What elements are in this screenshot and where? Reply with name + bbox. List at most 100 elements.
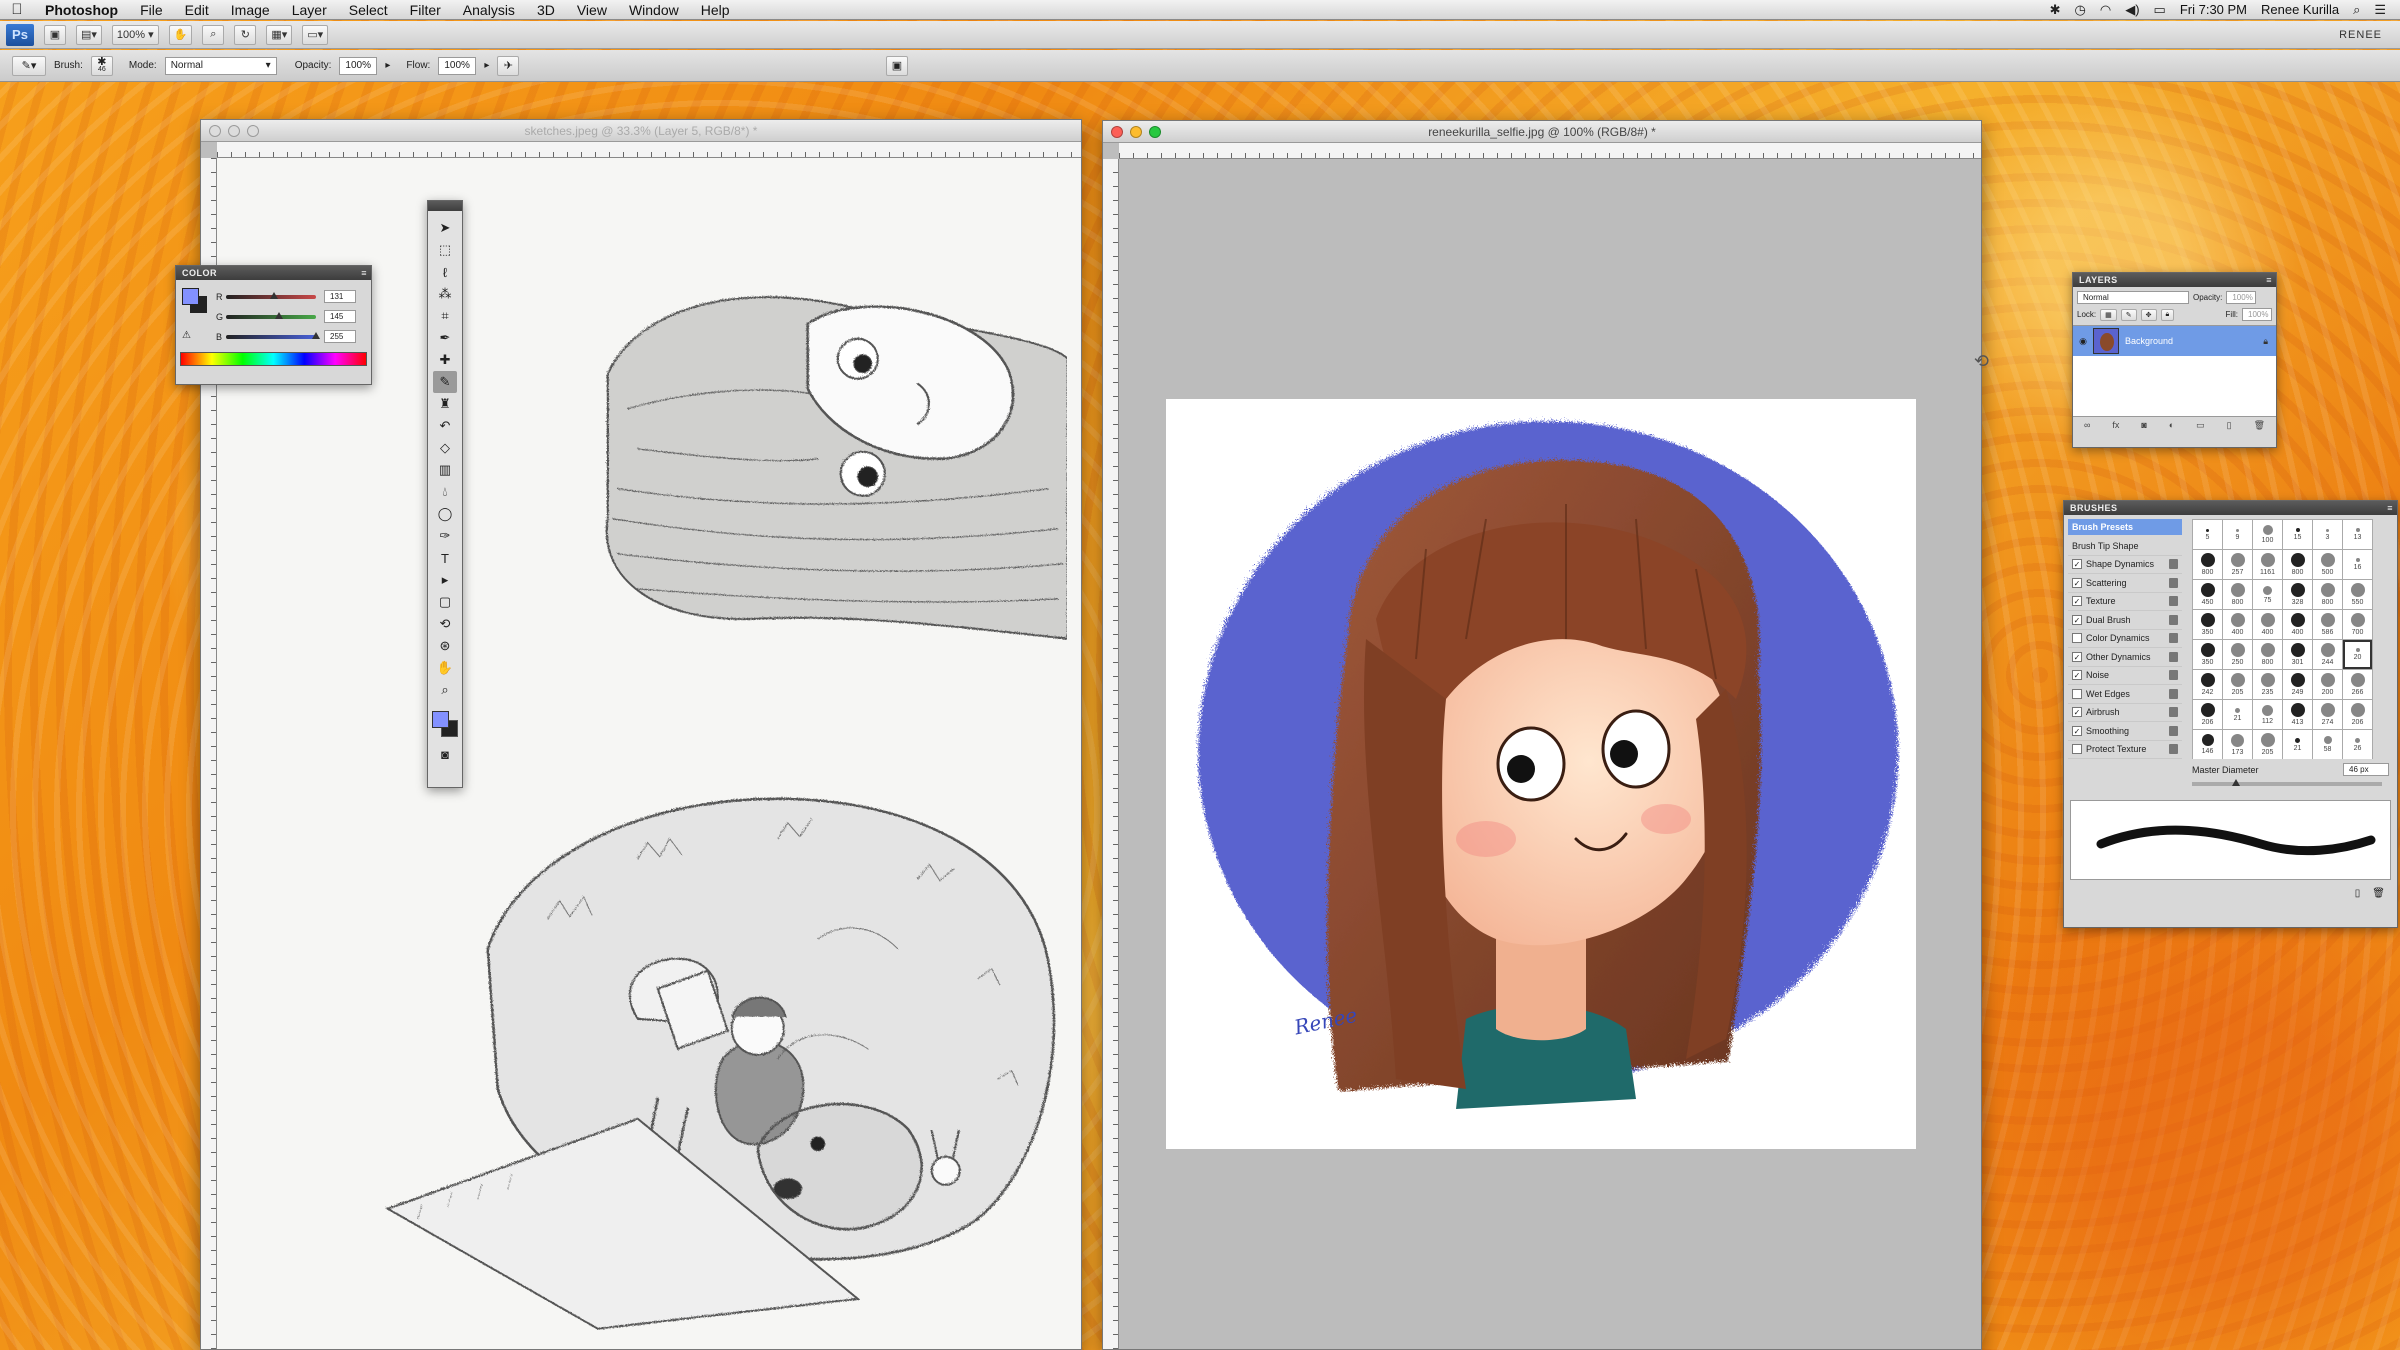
airbrush-button[interactable]: ✈: [497, 55, 520, 76]
brush-tip[interactable]: 100: [2253, 520, 2282, 549]
layers-panel-header[interactable]: LAYERS ≡: [2073, 273, 2276, 287]
lock-icon[interactable]: [2169, 725, 2178, 736]
lock-icon[interactable]: [2169, 744, 2178, 755]
brush-tip[interactable]: 450: [2193, 580, 2222, 609]
brushes-panel-header[interactable]: BRUSHES ≡: [2064, 501, 2397, 515]
brush-tip[interactable]: 112: [2253, 700, 2282, 729]
channel-value-field[interactable]: 255: [324, 330, 356, 343]
brush-tip[interactable]: 173: [2223, 730, 2252, 759]
adjustment-layer-icon[interactable]: ◐: [2169, 420, 2174, 431]
checkbox[interactable]: [2072, 744, 2082, 755]
menu-select[interactable]: Select: [338, 0, 399, 20]
brush-tip[interactable]: 206: [2193, 700, 2222, 729]
crop-tool-icon[interactable]: ⌗: [433, 305, 457, 327]
brush-option-protect-texture[interactable]: Protect Texture: [2068, 741, 2182, 759]
zoom-level-select[interactable]: 100% ▾: [111, 24, 159, 45]
checkbox[interactable]: ✓: [2072, 670, 2082, 681]
eraser-tool-icon[interactable]: ◇: [433, 437, 457, 459]
brush-presets-button[interactable]: Brush Presets: [2068, 519, 2182, 535]
checkbox[interactable]: ✓: [2072, 614, 2082, 625]
brush-tool-icon[interactable]: ✎: [433, 371, 457, 393]
view-extras-button[interactable]: ▤▾: [76, 24, 102, 45]
eyedropper-tool-icon[interactable]: ✒: [433, 327, 457, 349]
brush-option-scattering[interactable]: ✓ Scattering: [2068, 574, 2182, 593]
layer-mask-icon[interactable]: ◙: [2141, 420, 2146, 431]
lock-icon[interactable]: [2169, 633, 2178, 644]
panel-menu-icon[interactable]: ≡: [361, 268, 367, 278]
dodge-tool-icon[interactable]: ◯: [433, 503, 457, 525]
hand-tool-button[interactable]: ✋: [168, 24, 193, 45]
path-select-tool-icon[interactable]: ▸: [433, 569, 457, 591]
layer-opacity-field[interactable]: 100%: [2226, 291, 2257, 304]
brush-tip[interactable]: 206: [2343, 700, 2372, 729]
brush-option-noise[interactable]: ✓ Noise: [2068, 667, 2182, 685]
layer-style-icon[interactable]: fx: [2112, 420, 2119, 431]
channel-slider[interactable]: [226, 311, 316, 319]
brush-tip[interactable]: 244: [2313, 640, 2342, 669]
brush-option-color-dynamics[interactable]: Color Dynamics: [2068, 630, 2182, 648]
brush-tip[interactable]: 21: [2223, 700, 2252, 729]
out-of-gamut-warning-icon[interactable]: ⚠: [182, 330, 191, 341]
slider-knob[interactable]: [312, 331, 320, 339]
lock-transparent-icon[interactable]: ▦: [2100, 308, 2117, 321]
toggle-brush-panel-button[interactable]: ▣: [886, 55, 908, 76]
visibility-eye-icon[interactable]: ◉: [2073, 336, 2093, 347]
lock-icon[interactable]: [2169, 596, 2178, 607]
zoom-tool-button[interactable]: ⌕: [202, 24, 225, 45]
menu-clock[interactable]: Fri 7:30 PM: [2180, 2, 2247, 17]
layer-blend-mode-select[interactable]: Normal: [2077, 291, 2189, 304]
lock-icon[interactable]: [2169, 651, 2178, 662]
horizontal-ruler[interactable]: [217, 142, 1081, 158]
channel-slider[interactable]: [226, 291, 316, 299]
color-panel-header[interactable]: COLOR ≡: [176, 266, 371, 280]
lock-icon[interactable]: [2169, 688, 2178, 699]
lock-image-icon[interactable]: ✎: [2120, 308, 2137, 321]
delete-brush-icon[interactable]: 🗑︎: [2372, 888, 2385, 899]
brush-tip[interactable]: 9: [2223, 520, 2252, 549]
tools-panel-header[interactable]: [428, 201, 462, 211]
history-brush-tool-icon[interactable]: ↶: [433, 415, 457, 437]
brush-tip[interactable]: 274: [2313, 700, 2342, 729]
opacity-field[interactable]: 100%: [339, 56, 378, 75]
brush-tip[interactable]: 400: [2223, 610, 2252, 639]
delete-layer-icon[interactable]: 🗑︎: [2254, 420, 2265, 431]
brush-tip[interactable]: 1161: [2253, 550, 2282, 579]
brush-preset-picker[interactable]: ✱ 46: [90, 55, 113, 76]
brush-tip[interactable]: 75: [2253, 580, 2282, 609]
brush-tip[interactable]: 205: [2223, 670, 2252, 699]
brush-tip[interactable]: 301: [2283, 640, 2312, 669]
link-layers-icon[interactable]: ∞: [2084, 420, 2090, 431]
lock-icon[interactable]: [2169, 577, 2178, 588]
channel-value-field[interactable]: 131: [324, 290, 356, 303]
type-tool-icon[interactable]: T: [433, 547, 457, 569]
checkbox[interactable]: ✓: [2072, 559, 2082, 570]
battery-icon[interactable]: ▭: [2154, 2, 2166, 18]
master-diameter-field[interactable]: 46 px: [2343, 763, 2389, 776]
time-machine-icon[interactable]: ◷: [2075, 2, 2086, 18]
brush-tip[interactable]: 15: [2283, 520, 2312, 549]
menu-user[interactable]: Renee Kurilla: [2261, 2, 2339, 17]
color-spectrum-ramp[interactable]: [180, 352, 367, 366]
color-panel-foreground[interactable]: [182, 288, 199, 305]
brush-tip[interactable]: 413: [2283, 700, 2312, 729]
brush-tip[interactable]: 328: [2283, 580, 2312, 609]
brush-tip[interactable]: 250: [2223, 640, 2252, 669]
brush-tip[interactable]: 800: [2283, 550, 2312, 579]
horizontal-ruler[interactable]: [1119, 143, 1981, 159]
move-tool-icon[interactable]: ➤: [433, 217, 457, 239]
notification-list-icon[interactable]: ☰: [2374, 2, 2386, 18]
channel-slider[interactable]: [226, 331, 320, 339]
brush-tip[interactable]: 800: [2193, 550, 2222, 579]
shape-tool-icon[interactable]: ▢: [433, 591, 457, 613]
menu-app-name[interactable]: Photoshop: [34, 0, 129, 20]
brush-tip[interactable]: 26: [2343, 730, 2372, 759]
menu-view[interactable]: View: [566, 0, 618, 20]
menu-3d[interactable]: 3D: [526, 0, 566, 20]
brush-tip[interactable]: 146: [2193, 730, 2222, 759]
healing-tool-icon[interactable]: ✚: [433, 349, 457, 371]
brush-tip[interactable]: 249: [2283, 670, 2312, 699]
checkbox[interactable]: ✓: [2072, 707, 2082, 718]
volume-icon[interactable]: ◀): [2125, 2, 2139, 18]
magic-wand-tool-icon[interactable]: ⁂: [433, 283, 457, 305]
marquee-tool-icon[interactable]: ⬚: [433, 239, 457, 261]
